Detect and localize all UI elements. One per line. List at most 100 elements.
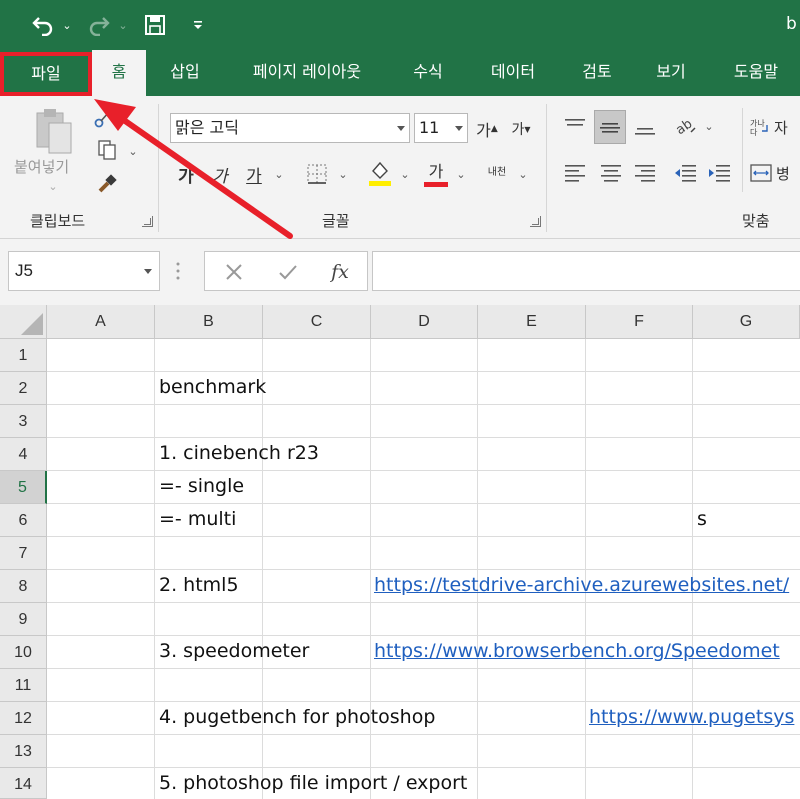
undo-dropdown-icon[interactable]: ⌄ (60, 10, 74, 40)
phonetic-dropdown-icon[interactable]: ⌄ (516, 166, 530, 182)
row-header-1[interactable]: 1 (0, 339, 47, 372)
column-header-d[interactable]: D (371, 305, 478, 339)
row-header-11[interactable]: 11 (0, 669, 47, 702)
cell-d10-link[interactable]: https://www.browserbench.org/Speedomet (374, 640, 780, 662)
column-header-c[interactable]: C (263, 305, 371, 339)
svg-text:가나: 가나 (750, 119, 765, 128)
tab-formulas[interactable]: 수식 (396, 50, 460, 96)
cell-b8[interactable]: 2. html5 (159, 574, 239, 596)
column-header-e[interactable]: E (478, 305, 586, 339)
select-all-button[interactable] (0, 305, 47, 339)
row-header-6[interactable]: 6 (0, 504, 47, 537)
align-right-icon[interactable] (630, 158, 660, 188)
row-header-8[interactable]: 8 (0, 570, 47, 603)
cell-b6[interactable]: =- multi (159, 508, 236, 530)
grid-line (47, 701, 800, 702)
format-painter-icon[interactable] (94, 172, 120, 196)
fill-color-dropdown-icon[interactable]: ⌄ (398, 166, 412, 182)
cancel-icon[interactable] (219, 258, 249, 286)
tab-page-layout[interactable]: 페이지 레이아웃 (232, 50, 382, 96)
paste-dropdown-icon[interactable]: ⌄ (46, 180, 60, 193)
merge-center-button[interactable]: 병 (750, 158, 800, 188)
row-header-9[interactable]: 9 (0, 603, 47, 636)
paste-icon[interactable] (28, 106, 78, 156)
font-size-select[interactable]: 11 (414, 113, 468, 143)
row-header-5[interactable]: 5 (0, 471, 47, 504)
tab-file[interactable]: 파일 (0, 52, 92, 96)
column-header-b[interactable]: B (155, 305, 263, 339)
wrap-text-button[interactable]: 가나 다 자 (750, 112, 800, 142)
increase-font-size-label: 가 (476, 121, 491, 140)
title-bar: ⌄ ⌄ b (0, 0, 800, 50)
row-header-12[interactable]: 12 (0, 702, 47, 735)
fill-color-icon[interactable] (366, 158, 394, 188)
increase-indent-icon[interactable] (704, 158, 734, 188)
underline-button[interactable]: 가 (242, 160, 266, 188)
customize-quick-access-icon[interactable] (186, 10, 210, 40)
row-header-13[interactable]: 13 (0, 735, 47, 768)
alignment-group-label: 맞춤 (742, 212, 770, 230)
borders-icon[interactable] (304, 160, 330, 188)
cell-b10[interactable]: 3. speedometer (159, 640, 309, 662)
name-box[interactable]: J5 (8, 251, 160, 291)
insert-function-button[interactable]: fx (323, 258, 357, 286)
grid-line (47, 437, 800, 438)
column-header-g[interactable]: G (693, 305, 800, 339)
orientation-dropdown-icon[interactable]: ⌄ (702, 118, 716, 134)
redo-dropdown-icon[interactable]: ⌄ (116, 10, 130, 40)
borders-dropdown-icon[interactable]: ⌄ (336, 166, 350, 182)
formula-input[interactable] (372, 251, 800, 291)
undo-icon[interactable] (28, 10, 58, 40)
align-bottom-icon[interactable] (630, 112, 660, 142)
cell-f12-link[interactable]: https://www.pugetsys (589, 706, 794, 728)
redo-icon[interactable] (84, 10, 114, 40)
row-header-3[interactable]: 3 (0, 405, 47, 438)
font-name-select[interactable]: 맑은 고딕 (170, 113, 410, 143)
tab-review[interactable]: 검토 (566, 50, 628, 96)
cell-b14[interactable]: 5. photoshop file import / export (159, 772, 467, 794)
cut-icon[interactable] (92, 108, 114, 130)
tab-home[interactable]: 홈 (92, 50, 146, 96)
formula-bar-splitter[interactable] (176, 261, 180, 281)
grid-line (47, 767, 800, 768)
cell-b12[interactable]: 4. pugetbench for photoshop (159, 706, 435, 728)
bold-button[interactable]: 가 (174, 160, 198, 188)
row-header-2[interactable]: 2 (0, 372, 47, 405)
tab-help[interactable]: 도움말 (716, 50, 796, 96)
orientation-icon[interactable]: ab (670, 110, 700, 140)
underline-dropdown-icon[interactable]: ⌄ (272, 166, 286, 182)
align-center-icon[interactable] (596, 158, 626, 188)
row-header-4[interactable]: 4 (0, 438, 47, 471)
italic-button[interactable]: 가 (208, 160, 232, 188)
font-color-dropdown-icon[interactable]: ⌄ (454, 166, 468, 182)
copy-icon[interactable] (94, 138, 120, 162)
row-header-10[interactable]: 10 (0, 636, 47, 669)
decrease-font-size-button[interactable]: 가 ▼ (508, 116, 534, 142)
worksheet-grid[interactable]: A B C D E F G 1 2 3 4 5 6 7 8 9 10 11 12… (0, 305, 800, 799)
cell-g6[interactable]: s (697, 508, 707, 530)
cell-b4[interactable]: 1. cinebench r23 (159, 442, 319, 464)
cell-b2[interactable]: benchmark (159, 376, 266, 398)
align-left-icon[interactable] (560, 158, 590, 188)
align-top-icon[interactable] (560, 112, 590, 142)
clipboard-dialog-launcher-icon[interactable] (142, 216, 153, 227)
column-header-a[interactable]: A (47, 305, 155, 339)
decrease-indent-icon[interactable] (670, 158, 700, 188)
tab-view[interactable]: 보기 (640, 50, 702, 96)
column-header-f[interactable]: F (586, 305, 693, 339)
tab-insert[interactable]: 삽입 (150, 50, 220, 96)
phonetic-guide-button[interactable]: 내천 (482, 158, 512, 188)
cell-d8-link[interactable]: https://testdrive-archive.azurewebsites.… (374, 574, 789, 596)
cell-b5[interactable]: =- single (159, 475, 244, 497)
copy-dropdown-icon[interactable]: ⌄ (126, 144, 140, 158)
tab-data[interactable]: 데이터 (472, 50, 554, 96)
row-header-14[interactable]: 14 (0, 768, 47, 799)
increase-font-size-button[interactable]: 가 ▲ (474, 116, 500, 142)
row-header-7[interactable]: 7 (0, 537, 47, 570)
font-color-button[interactable]: 가 (422, 156, 450, 188)
align-middle-icon[interactable] (594, 110, 626, 144)
font-dialog-launcher-icon[interactable] (530, 216, 541, 227)
save-icon[interactable] (140, 10, 170, 40)
enter-check-icon[interactable] (273, 258, 303, 286)
paste-button-label[interactable]: 붙여넣기 (14, 156, 69, 177)
